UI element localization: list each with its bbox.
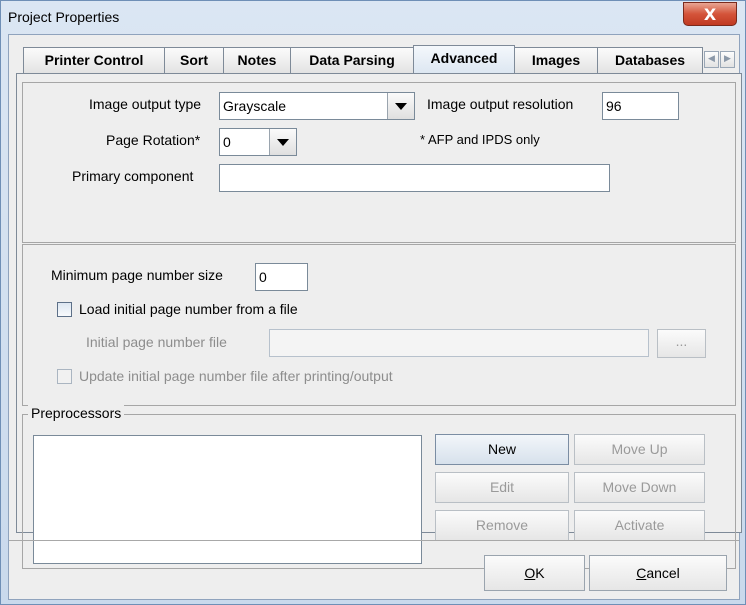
initial-page-number-file-label: Initial page number file	[86, 334, 227, 350]
move-down-button[interactable]: Move Down	[574, 472, 705, 503]
update-file-label: Update initial page number file after pr…	[79, 368, 393, 384]
advanced-tab-panel: Image output type Grayscale Image output…	[16, 73, 742, 569]
window-title: Project Properties	[8, 9, 120, 25]
tab-scroll-buttons: ◀ ▶	[704, 51, 736, 69]
update-file-checkbox[interactable]	[57, 369, 72, 384]
preprocessors-group: Preprocessors New Move Up Edit Move Down…	[22, 405, 736, 569]
tab-sort[interactable]: Sort	[164, 47, 224, 73]
preprocessors-list[interactable]	[33, 435, 422, 564]
tab-data-parsing[interactable]: Data Parsing	[290, 47, 414, 73]
minimum-page-number-size-input[interactable]: 0	[255, 263, 308, 291]
afp-ipds-note: * AFP and IPDS only	[420, 132, 540, 147]
image-output-resolution-label: Image output resolution	[427, 96, 574, 112]
close-icon: X	[703, 5, 717, 24]
load-from-file-checkbox[interactable]	[57, 302, 72, 317]
chevron-down-icon[interactable]	[387, 93, 414, 119]
load-from-file-label: Load initial page number from a file	[79, 301, 298, 317]
tab-images[interactable]: Images	[514, 47, 598, 73]
project-properties-dialog: Project Properties X Printer Control Sor…	[0, 0, 746, 605]
close-button[interactable]: X	[683, 2, 737, 26]
ok-button[interactable]: OK	[484, 555, 585, 591]
primary-component-label: Primary component	[72, 168, 194, 184]
browse-button[interactable]: ...	[657, 329, 706, 358]
minimum-page-number-size-label: Minimum page number size	[51, 267, 223, 283]
dialog-client-area: Printer Control Sort Notes Data Parsing …	[8, 34, 742, 600]
new-preprocessor-button[interactable]: New	[435, 434, 569, 465]
edit-preprocessor-button[interactable]: Edit	[435, 472, 569, 503]
footer-divider	[9, 540, 739, 541]
chevron-down-icon[interactable]	[269, 129, 296, 155]
primary-component-input[interactable]	[219, 164, 610, 192]
cancel-mnemonic: C	[636, 565, 647, 581]
image-output-type-value: Grayscale	[223, 98, 287, 114]
activate-preprocessor-button[interactable]: Activate	[574, 510, 705, 541]
cancel-label: ancel	[646, 565, 680, 581]
move-up-button[interactable]: Move Up	[574, 434, 705, 465]
cancel-button[interactable]: Cancel	[589, 555, 727, 591]
tab-scroll-right-icon[interactable]: ▶	[720, 51, 735, 68]
page-number-group: Minimum page number size 0 Load initial …	[22, 244, 736, 406]
page-rotation-value: 0	[223, 134, 231, 150]
ok-mnemonic: O	[524, 565, 536, 581]
image-output-type-combo[interactable]: Grayscale	[219, 92, 415, 120]
tab-databases[interactable]: Databases	[597, 47, 703, 73]
initial-page-number-file-input[interactable]	[269, 329, 649, 357]
page-rotation-label: Page Rotation*	[106, 132, 201, 148]
image-output-resolution-input[interactable]: 96	[602, 92, 679, 120]
remove-preprocessor-button[interactable]: Remove	[435, 510, 569, 541]
image-output-type-label: Image output type	[89, 96, 202, 112]
preprocessors-legend: Preprocessors	[28, 405, 125, 421]
title-bar: Project Properties X	[1, 1, 745, 33]
tab-printer-control[interactable]: Printer Control	[23, 47, 165, 73]
ok-label: K	[535, 565, 545, 581]
tab-scroll-left-icon[interactable]: ◀	[704, 51, 719, 68]
image-output-group: Image output type Grayscale Image output…	[22, 82, 736, 243]
tab-notes[interactable]: Notes	[223, 47, 291, 73]
page-rotation-combo[interactable]: 0	[219, 128, 297, 156]
tab-advanced[interactable]: Advanced	[413, 45, 515, 74]
